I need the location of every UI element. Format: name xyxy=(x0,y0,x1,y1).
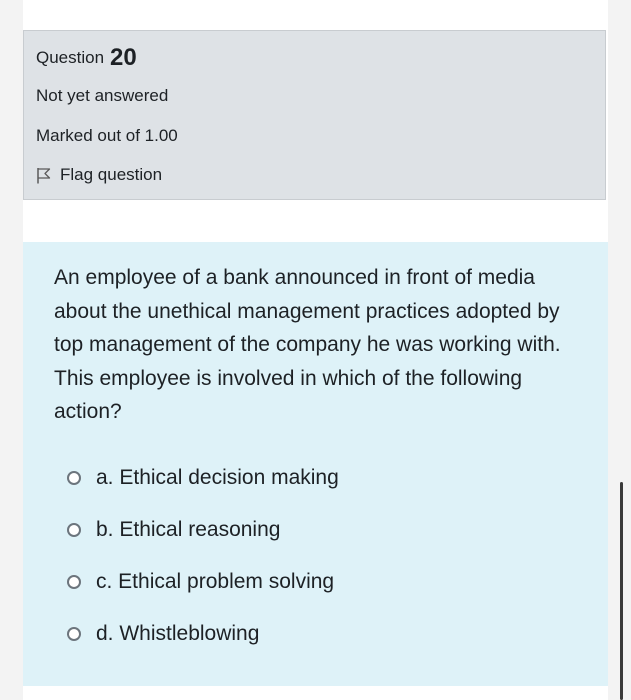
question-info-panel: Question 20 Not yet answered Marked out o… xyxy=(23,30,606,200)
question-number: 20 xyxy=(110,44,137,71)
question-content-panel: An employee of a bank announced in front… xyxy=(23,242,608,686)
question-number-label: Question 20 xyxy=(36,42,137,71)
answer-label: c. Ethical problem solving xyxy=(96,570,335,593)
question-state: Not yet answered xyxy=(36,86,169,105)
scrollbar-thumb[interactable] xyxy=(620,482,623,700)
answer-option-a[interactable]: a. Ethical decision making xyxy=(67,466,339,490)
question-text: An employee of a bank announced in front… xyxy=(54,266,561,423)
answer-option-c[interactable]: c. Ethical problem solving xyxy=(67,570,334,594)
answer-label: d. Whistleblowing xyxy=(96,622,260,645)
answer-label: b. Ethical reasoning xyxy=(96,518,281,541)
radio-button[interactable] xyxy=(67,627,81,641)
question-label-text: Question xyxy=(36,48,105,67)
flag-question-button[interactable]: Flag question xyxy=(36,165,162,185)
answer-option-d[interactable]: d. Whistleblowing xyxy=(67,622,259,646)
radio-button[interactable] xyxy=(67,575,81,589)
radio-button[interactable] xyxy=(67,523,81,537)
radio-button[interactable] xyxy=(67,471,81,485)
answer-option-b[interactable]: b. Ethical reasoning xyxy=(67,518,280,542)
flag-icon xyxy=(37,167,51,183)
answer-label: a. Ethical decision making xyxy=(96,466,339,489)
flag-question-label: Flag question xyxy=(60,165,163,184)
question-grade: Marked out of 1.00 xyxy=(36,126,178,145)
